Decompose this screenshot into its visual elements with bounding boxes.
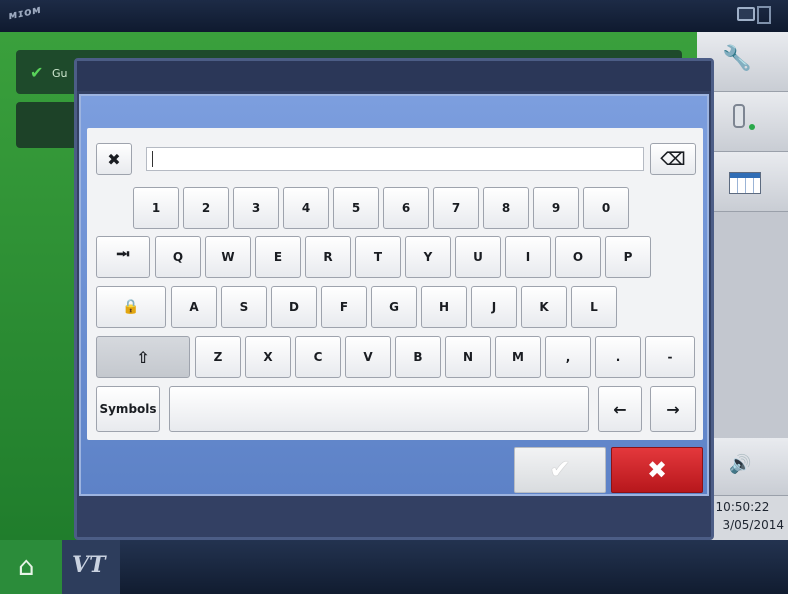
key-7[interactable]: 7 bbox=[433, 187, 479, 229]
key-g[interactable]: G bbox=[371, 286, 417, 328]
key-a[interactable]: A bbox=[171, 286, 217, 328]
key-c[interactable]: C bbox=[295, 336, 341, 378]
vt-icon: VT bbox=[72, 552, 106, 578]
key-b[interactable]: B bbox=[395, 336, 441, 378]
key-1[interactable]: 1 bbox=[133, 187, 179, 229]
key-i[interactable]: I bbox=[505, 236, 551, 278]
screen-icon[interactable] bbox=[737, 7, 755, 21]
key-period[interactable]: . bbox=[595, 336, 641, 378]
key-d[interactable]: D bbox=[271, 286, 317, 328]
key-w[interactable]: W bbox=[205, 236, 251, 278]
symbols-key[interactable]: Symbols bbox=[96, 386, 160, 432]
top-bar bbox=[0, 0, 788, 32]
status-row-label: Gu bbox=[52, 67, 68, 80]
key-m[interactable]: M bbox=[495, 336, 541, 378]
shift-key[interactable]: ⇧ bbox=[96, 336, 190, 378]
accept-button[interactable]: ✔ bbox=[514, 447, 606, 493]
tab-key[interactable]: ⭲ bbox=[96, 236, 150, 278]
key-5[interactable]: 5 bbox=[333, 187, 379, 229]
key-v[interactable]: V bbox=[345, 336, 391, 378]
key-u[interactable]: U bbox=[455, 236, 501, 278]
key-9[interactable]: 9 bbox=[533, 187, 579, 229]
key-p[interactable]: P bbox=[605, 236, 651, 278]
caps-lock-key[interactable]: 🔒 bbox=[96, 286, 166, 328]
key-2[interactable]: 2 bbox=[183, 187, 229, 229]
key-s[interactable]: S bbox=[221, 286, 267, 328]
key-o[interactable]: O bbox=[555, 236, 601, 278]
device-icon bbox=[733, 104, 745, 128]
key-3[interactable]: 3 bbox=[233, 187, 279, 229]
clear-button[interactable]: ✖ bbox=[96, 143, 132, 175]
key-hyphen[interactable]: - bbox=[645, 336, 695, 378]
key-n[interactable]: N bbox=[445, 336, 491, 378]
text-caret bbox=[152, 151, 153, 167]
key-k[interactable]: K bbox=[521, 286, 567, 328]
text-input[interactable] bbox=[146, 147, 644, 171]
wrench-icon: 🔧 bbox=[722, 44, 752, 72]
speaker-icon: 🔊 bbox=[729, 454, 752, 475]
left-arrow-key[interactable]: ← bbox=[598, 386, 642, 432]
key-6[interactable]: 6 bbox=[383, 187, 429, 229]
device-status-dot bbox=[749, 124, 755, 130]
key-8[interactable]: 8 bbox=[483, 187, 529, 229]
table-icon bbox=[729, 172, 761, 194]
key-r[interactable]: R bbox=[305, 236, 351, 278]
right-arrow-key[interactable]: → bbox=[650, 386, 696, 432]
key-j[interactable]: J bbox=[471, 286, 517, 328]
key-h[interactable]: H bbox=[421, 286, 467, 328]
backspace-button[interactable]: ⌫ bbox=[650, 143, 696, 175]
key-x[interactable]: X bbox=[245, 336, 291, 378]
check-icon: ✔ bbox=[30, 63, 44, 82]
key-0[interactable]: 0 bbox=[583, 187, 629, 229]
key-t[interactable]: T bbox=[355, 236, 401, 278]
key-q[interactable]: Q bbox=[155, 236, 201, 278]
cancel-button[interactable]: ✖ bbox=[611, 447, 703, 493]
key-z[interactable]: Z bbox=[195, 336, 241, 378]
dialog-header bbox=[77, 61, 711, 91]
space-bar[interactable] bbox=[169, 386, 589, 432]
key-4[interactable]: 4 bbox=[283, 187, 329, 229]
home-icon: ⌂ bbox=[18, 552, 35, 582]
key-y[interactable]: Y bbox=[405, 236, 451, 278]
key-e[interactable]: E bbox=[255, 236, 301, 278]
key-f[interactable]: F bbox=[321, 286, 367, 328]
grid-icon[interactable] bbox=[757, 6, 771, 24]
key-l[interactable]: L bbox=[571, 286, 617, 328]
key-comma[interactable]: , bbox=[545, 336, 591, 378]
